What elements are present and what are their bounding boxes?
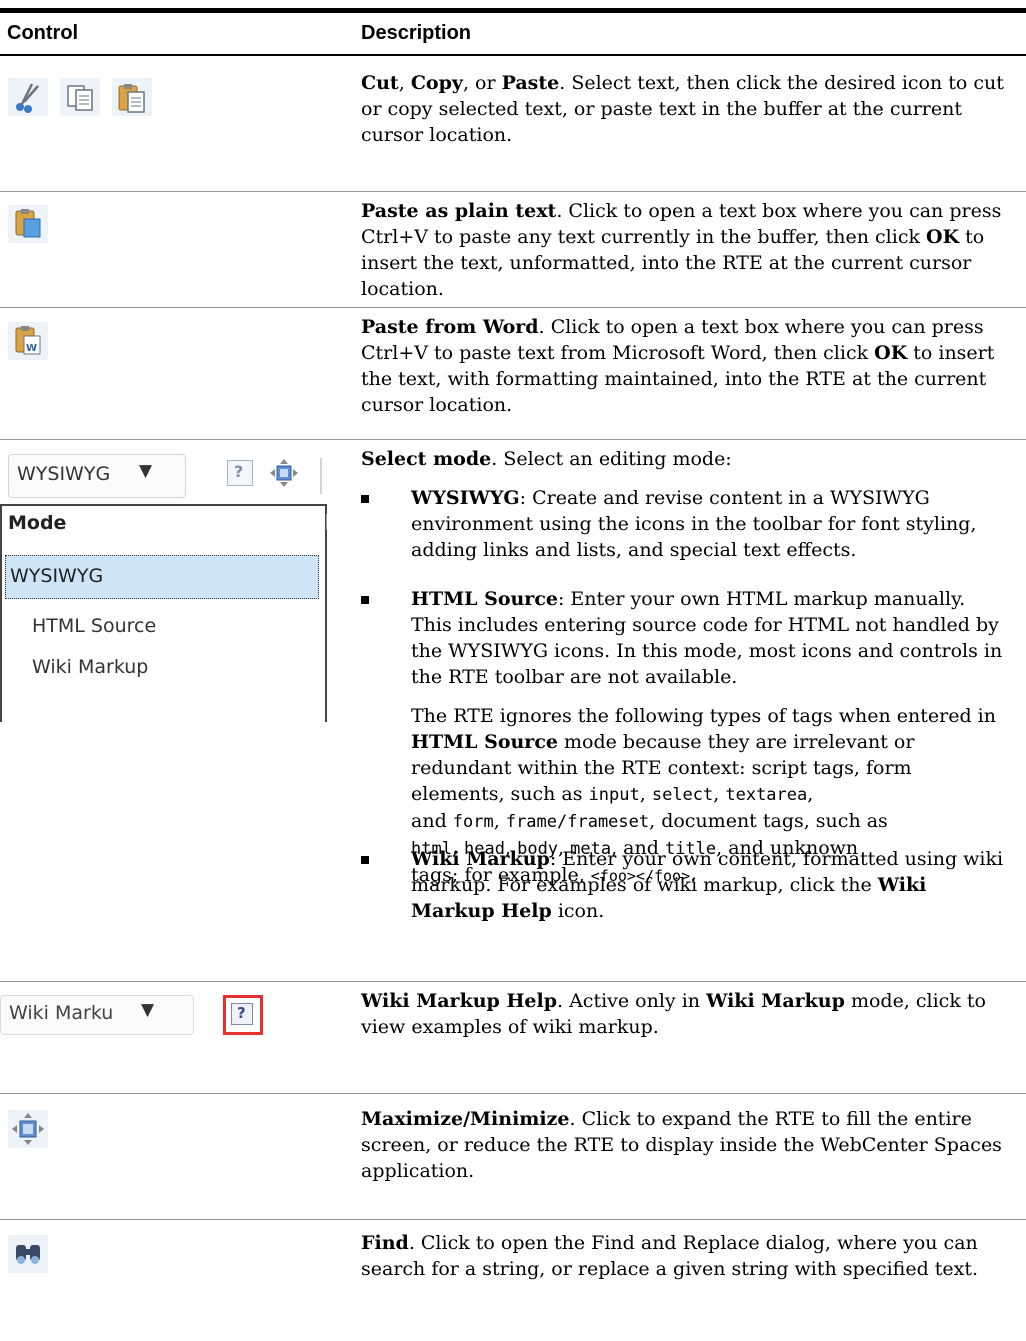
row-rule <box>0 1219 1026 1220</box>
row-rule <box>0 439 1026 440</box>
row-rule <box>0 307 1026 308</box>
cut-copy-paste-description: Cut, Copy, or Paste. Select text, then c… <box>361 72 1004 146</box>
mode-option-wiki-markup[interactable]: Wiki Markup <box>32 656 148 678</box>
cut-icon[interactable] <box>8 78 48 116</box>
bullet-html-source: HTML Source: Enter your own HTML markup … <box>361 586 1011 690</box>
row-rule <box>0 1093 1026 1094</box>
mode-select[interactable]: Wiki Marku ▼ <box>0 995 194 1035</box>
header-rule <box>0 54 1026 56</box>
mode-option-html-source[interactable]: HTML Source <box>32 615 156 637</box>
maximize-minimize-description: Maximize/Minimize. Click to expand the R… <box>361 1108 1002 1182</box>
paste-from-word-icon[interactable]: W <box>8 322 48 364</box>
paste-from-word-description: Paste from Word. Click to open a text bo… <box>361 316 995 416</box>
wiki-markup-help-icon[interactable]: ? <box>223 995 263 1035</box>
copy-icon[interactable] <box>60 78 100 116</box>
mode-menu-heading: Mode <box>8 512 67 534</box>
mode-dropdown-screenshot: WYSIWYG ▼ ? Mode WYSIWYG HTML Source Wik… <box>0 448 333 722</box>
bullet-marker <box>361 495 369 503</box>
bullet-marker <box>361 596 369 604</box>
wiki-help-screenshot: Wiki Marku ▼ ? <box>0 993 270 1037</box>
bullet-wiki-markup: Wiki Markup: Enter your own content, for… <box>361 846 1011 924</box>
top-rule <box>0 8 1026 13</box>
help-icon[interactable]: ? <box>227 460 253 486</box>
cut-copy-paste-icons <box>8 78 156 120</box>
maximize-minimize-icon[interactable] <box>8 1110 48 1152</box>
column-header-description: Description <box>361 22 472 44</box>
mode-option-wysiwyg[interactable]: WYSIWYG <box>5 555 319 599</box>
mode-select-value: WYSIWYG <box>17 463 111 485</box>
paste-plain-text-description: Paste as plain text. Click to open a tex… <box>361 200 1002 300</box>
mode-select-value: Wiki Marku <box>9 1002 114 1024</box>
maximize-icon[interactable] <box>270 459 298 491</box>
chevron-down-icon[interactable]: ▼ <box>141 1000 154 1020</box>
mode-select[interactable]: WYSIWYG ▼ <box>8 454 186 498</box>
mode-dropdown-menu: Mode WYSIWYG HTML Source Wiki Markup <box>0 504 327 722</box>
select-mode-description: Select mode. Select an editing mode: WYS… <box>361 446 1011 1046</box>
find-description: Find. Click to open the Find and Replace… <box>361 1232 979 1280</box>
toolbar-divider <box>320 458 322 494</box>
paste-icon[interactable] <box>112 78 152 116</box>
row-rule <box>0 191 1026 192</box>
align-icon-fragment <box>326 514 333 530</box>
find-icon[interactable] <box>8 1235 48 1277</box>
column-header-control: Control <box>7 22 79 44</box>
bullet-marker <box>361 856 369 864</box>
term-copy: Copy <box>410 72 463 94</box>
wiki-help-description: Wiki Markup Help. Active only in Wiki Ma… <box>361 990 986 1038</box>
svg-text:W: W <box>26 343 37 354</box>
paste-plain-text-icon[interactable] <box>8 205 48 247</box>
term-paste: Paste <box>501 72 560 94</box>
bullet-wysiwyg: WYSIWYG: Create and revise content in a … <box>361 485 1011 563</box>
chevron-down-icon[interactable]: ▼ <box>139 461 152 481</box>
row-rule <box>0 981 1026 982</box>
term-cut: Cut <box>361 72 399 94</box>
